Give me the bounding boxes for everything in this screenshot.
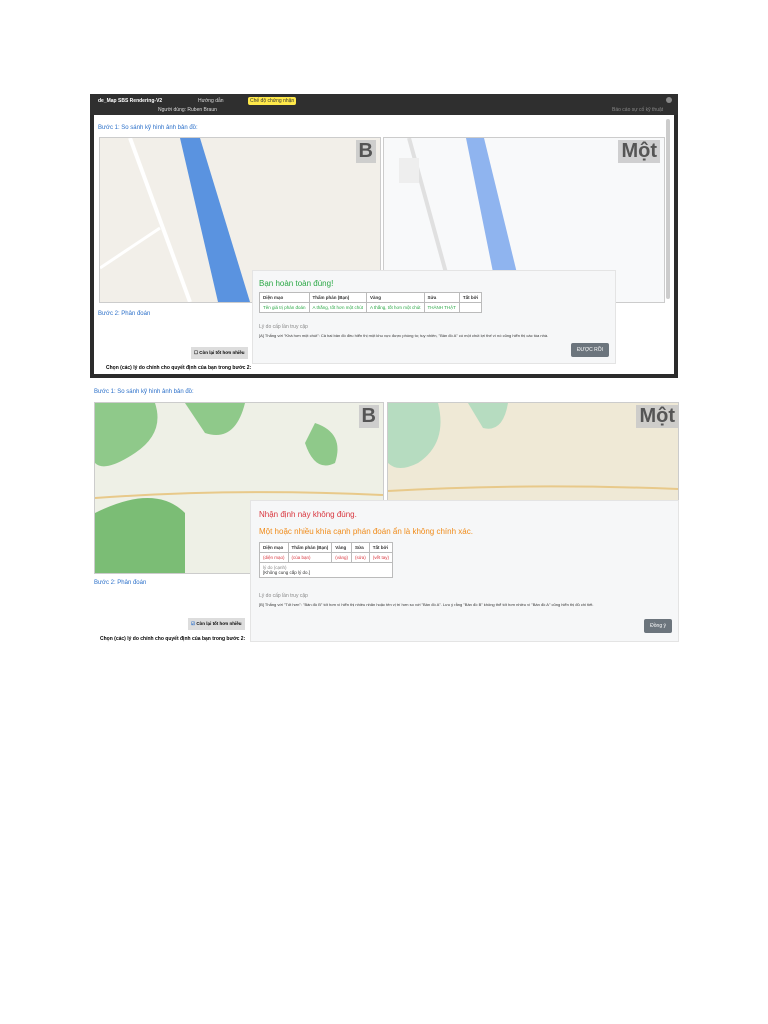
map-a[interactable]: Một — [387, 402, 679, 502]
screenshot-incorrect: Bước 1: So sánh kỹ hình ảnh bản đồ: B Mộ… — [90, 380, 679, 642]
feedback-dialog-correct: Bạn hoàn toàn đúng! Diện mạo Thẩm phán (B… — [252, 270, 616, 364]
map-b-label: B — [358, 405, 379, 428]
reason-text: [B] Thắng với "Tốt hơn": "Bản đồ B" tốt … — [259, 602, 594, 607]
cell — [458, 302, 483, 313]
cell: (sửa) — [351, 552, 370, 563]
reason-label: Lý do cấp lần truy cập — [259, 593, 308, 599]
col-header: Vàng — [366, 292, 425, 303]
cell: Tên giá trị phán đoán — [259, 302, 310, 313]
cell: (vàng) — [331, 552, 353, 563]
step2-label: Bước 2: Phân đoán — [98, 311, 151, 317]
map-a-label: Một — [618, 140, 660, 163]
footer-text: Chọn (các) lý do chính cho quyết định củ… — [100, 636, 246, 642]
checkbox-label: Còn lại tốt hơn nhiều — [199, 350, 245, 355]
cell: (vết tay) — [368, 552, 394, 563]
reason-label: Lý do cấp lần truy cập — [259, 324, 308, 330]
cell: (của bạn) — [287, 552, 333, 563]
app-header: de_Map SBS Rendering-V2 Hướng dẫn Người … — [90, 94, 678, 115]
footer-text: Chọn (các) lý do chính cho quyết định củ… — [106, 365, 252, 371]
col-header: Tất bởi — [458, 292, 483, 303]
cell: THÀNH THẬT — [423, 302, 460, 313]
step1-label: Bước 1: So sánh kỹ hình ảnh bản đồ: — [98, 125, 198, 131]
map-b-label: B — [355, 140, 376, 163]
feedback-dialog-incorrect: Nhận định này không đúng. Một hoặc nhiều… — [250, 500, 679, 642]
report-link[interactable]: Báo cáo sự cố kỹ thuật — [612, 107, 663, 113]
agree-button[interactable]: Đồng ý — [644, 619, 672, 633]
help-icon[interactable] — [666, 97, 672, 103]
ok-button[interactable]: ĐƯỢC RỒI — [570, 343, 609, 357]
menu-guide[interactable]: Hướng dẫn — [198, 98, 224, 104]
col-header: Sửa — [351, 542, 370, 553]
col-header: Thẩm phán (Bạn) — [308, 292, 368, 303]
cell: A thắng, tốt hơn một chút — [366, 302, 425, 313]
app-title: de_Map SBS Rendering-V2 — [98, 98, 163, 104]
cell: A thắng, tốt hơn một chút — [308, 302, 368, 313]
reason-cell-text: [Không cung cấp lý do.] — [263, 570, 311, 575]
checkbox-much-better[interactable]: ☐ Còn lại tốt hơn nhiều — [191, 347, 248, 359]
dialog-title: Bạn hoàn toàn đúng! — [259, 279, 334, 288]
checkbox-label: Còn lại tốt hơn nhiều — [196, 621, 242, 626]
judgement-table: Diện mạo Thẩm phán (Bạn) Vàng Sửa Tất bởi Tê… — [259, 292, 483, 313]
col-header: Tất bởi — [368, 542, 394, 553]
col-header: Diện mạo — [259, 292, 310, 303]
step2-label: Bước 2: Phân đoán — [94, 580, 147, 586]
col-header: Diện mạo — [259, 542, 289, 553]
map-a-graphic — [388, 403, 678, 492]
checkbox-checked-icon: ☑ — [191, 621, 196, 626]
dialog-title: Nhận định này không đúng. — [259, 510, 357, 519]
col-header: Thẩm phán (Bạn) — [287, 542, 333, 553]
cert-badge: Chế độ chứng nhận — [248, 97, 297, 105]
col-header: Vàng — [331, 542, 353, 553]
judgement-table: Diện mạo Thẩm phán (Bạn) Vàng Sửa Tất bởi (d… — [258, 542, 394, 578]
checkbox-much-better[interactable]: ☑ Còn lại tốt hơn nhiều — [188, 618, 245, 630]
user-label: Người dùng: Ruben Braun — [158, 107, 217, 113]
cell: (diện mạo) — [259, 552, 289, 563]
scrollbar[interactable] — [666, 119, 670, 299]
col-header: Sửa — [423, 292, 460, 303]
map-a-label: Một — [636, 405, 678, 428]
screenshot-correct: de_Map SBS Rendering-V2 Hướng dẫn Người … — [90, 94, 678, 378]
step1-label: Bước 1: So sánh kỹ hình ảnh bản đồ: — [94, 389, 194, 395]
reason-text: [A] Thắng với "Khá hơn một chút": Cả hai… — [259, 333, 549, 338]
dialog-subtitle: Một hoặc nhiều khía cạnh phán đoán ẩn là… — [259, 527, 473, 536]
